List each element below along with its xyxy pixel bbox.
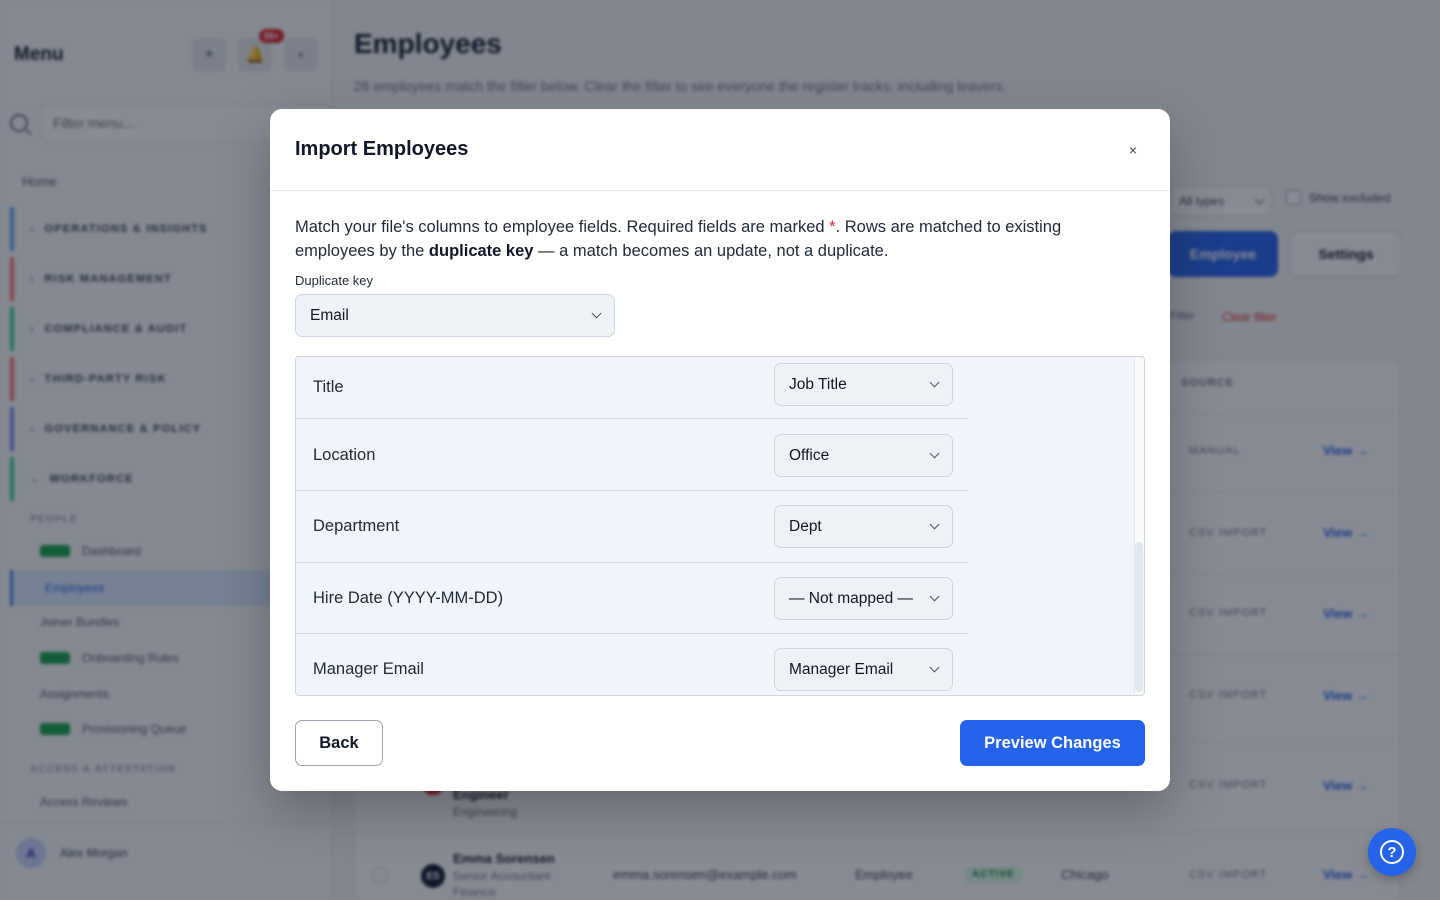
modal-title: Import Employees [295,138,469,160]
mapping-row-title: Title Job Title [296,357,969,419]
question-circle-icon: ? [1380,840,1404,864]
mapping-row-manager-email: Manager Email Manager Email [296,634,969,695]
chevron-down-icon [591,308,602,319]
field-label: Manager Email [313,660,424,678]
mapping-select-department[interactable]: Dept [774,505,953,548]
duplicate-key-label: Duplicate key [295,273,374,288]
mapping-value: Dept [789,517,822,535]
mapping-select-location[interactable]: Office [774,434,953,477]
scrollbar[interactable] [1134,357,1144,695]
mapping-row-location: Location Office [296,420,969,491]
duplicate-key-value: Email [310,306,349,324]
field-label: Department [313,517,400,535]
scrollbar-thumb[interactable] [1135,542,1143,692]
chevron-down-icon [929,591,940,602]
mapping-instructions: Match your file's columns to employee fi… [295,215,1145,263]
mapping-value: Job Title [789,375,847,393]
modal-body: Match your file's columns to employee fi… [295,191,1145,696]
mapping-value: Manager Email [789,660,894,678]
mapping-value: Office [789,446,830,464]
preview-changes-button[interactable]: Preview Changes [960,720,1145,766]
mapping-row-hire-date: Hire Date (YYYY-MM-DD) — Not mapped — [296,563,969,634]
field-label: Hire Date (YYYY-MM-DD) [313,588,504,607]
chevron-down-icon [929,662,940,673]
chevron-down-icon [929,377,940,388]
close-icon[interactable]: × [1121,138,1145,162]
field-label: Title [313,378,344,396]
mapping-select-title[interactable]: Job Title [774,363,953,406]
mapping-value: — Not mapped — [789,589,914,607]
modal-header: Import Employees × [270,109,1170,191]
chevron-down-icon [929,519,940,530]
intro-text: — a match becomes an update, not a dupli… [533,242,889,260]
help-button[interactable]: ? [1368,828,1416,876]
chevron-down-icon [929,448,940,459]
duplicate-key-select[interactable]: Email [295,294,615,337]
intro-emphasis: duplicate key [428,242,534,260]
import-employees-modal: Import Employees × Match your file's col… [270,109,1170,791]
mapping-select-manager-email[interactable]: Manager Email [774,648,953,691]
intro-text: Match your file's columns to employee fi… [295,218,830,236]
column-mapping-list[interactable]: Title Job Title Location Office Departme… [295,356,1145,696]
mapping-select-hire-date[interactable]: — Not mapped — [774,577,953,620]
back-button[interactable]: Back [295,720,383,766]
mapping-row-department: Department Dept [296,491,969,563]
field-label: Location [313,445,376,464]
